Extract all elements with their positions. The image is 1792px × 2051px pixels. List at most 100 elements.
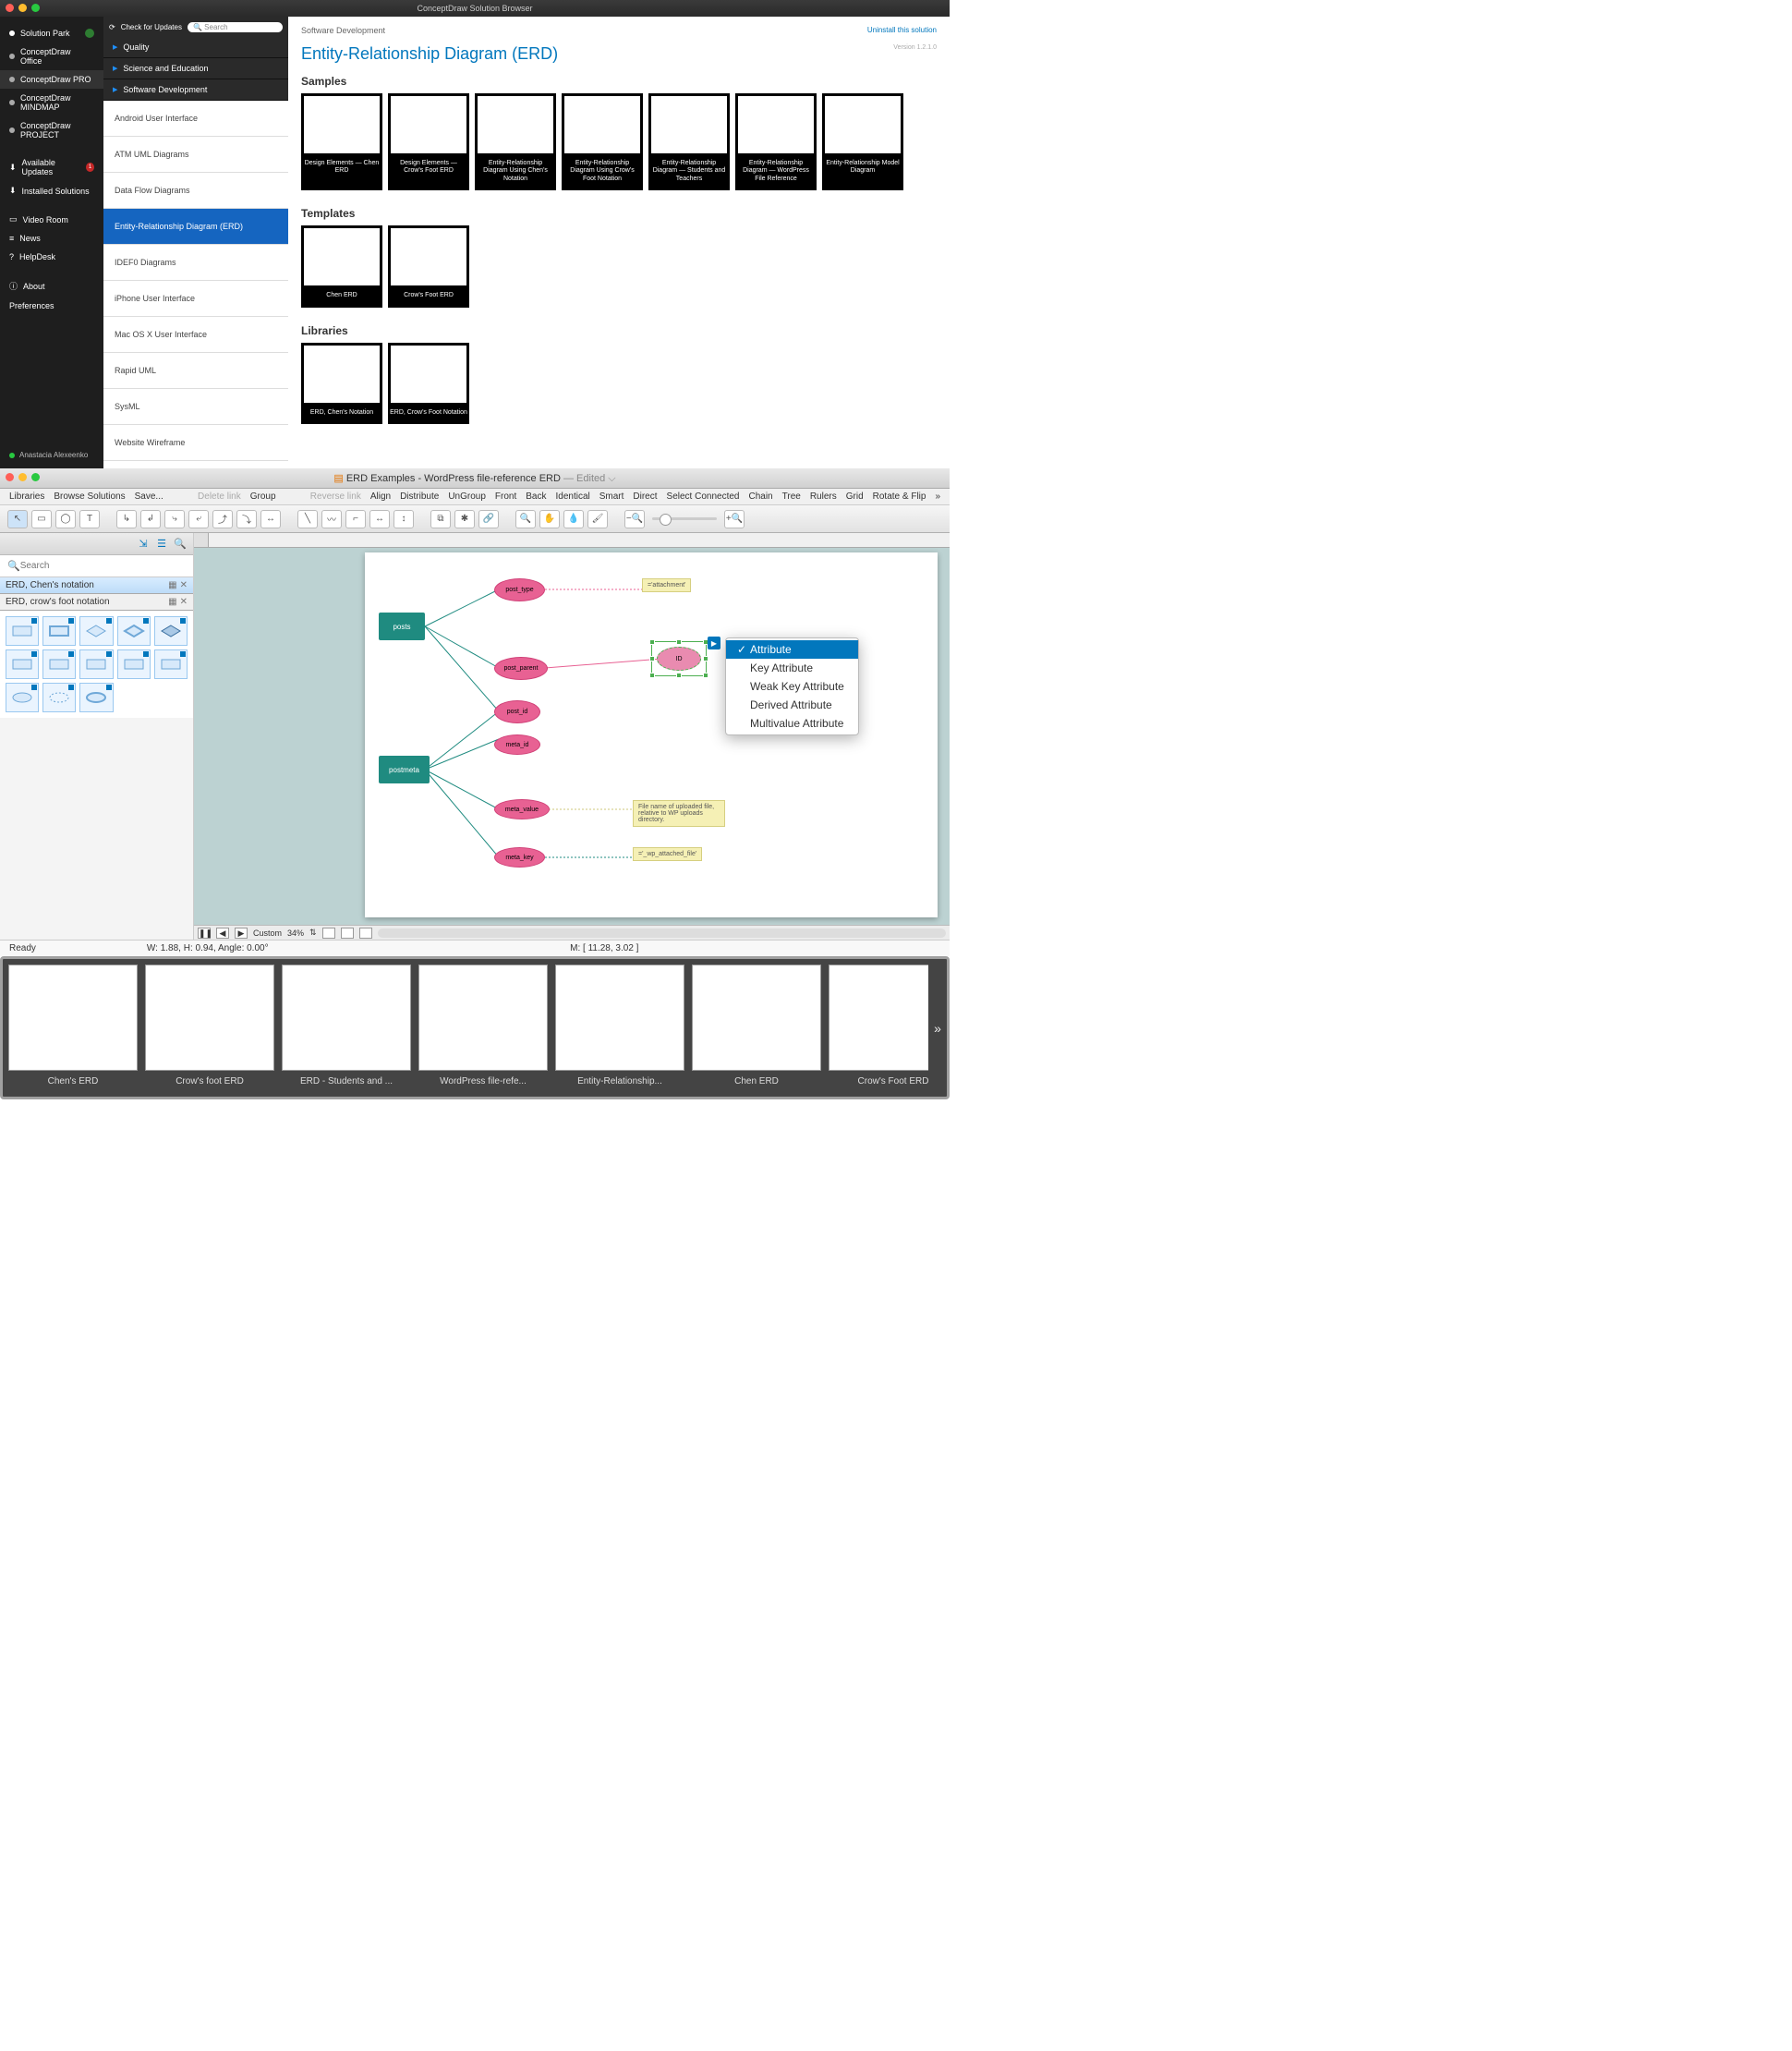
reshape-tool-icon[interactable]: ✱ (454, 510, 475, 528)
search-input[interactable]: 🔍 Search (188, 22, 283, 32)
curve-tool-icon[interactable]: 〰 (321, 510, 342, 528)
expand-icon[interactable]: ⇲ (136, 537, 151, 552)
menu-rotate-flip[interactable]: Rotate & Flip (873, 492, 926, 502)
gallery-item[interactable]: Chen's ERD (8, 965, 138, 1097)
nav-mindmap[interactable]: ConceptDraw MINDMAP (0, 89, 103, 116)
category-item[interactable]: SysML (103, 389, 288, 425)
card[interactable]: Crow's Foot ERD (388, 225, 469, 307)
close-icon[interactable] (6, 4, 14, 12)
crop-tool-icon[interactable]: ⧉ (430, 510, 451, 528)
gallery-item[interactable]: Chen ERD (692, 965, 821, 1097)
nav-installed[interactable]: ⬇Installed Solutions (0, 181, 103, 200)
menu-select-connected[interactable]: Select Connected (667, 492, 740, 502)
link-tool-icon[interactable]: 🔗 (478, 510, 499, 528)
menu-ungroup[interactable]: UnGroup (448, 492, 486, 502)
connector5-tool-icon[interactable]: ⤴ (212, 510, 233, 528)
menu-save[interactable]: Save... (135, 492, 163, 502)
nav-project[interactable]: ConceptDraw PROJECT (0, 116, 103, 144)
connector3-tool-icon[interactable]: ⤷ (164, 510, 185, 528)
nav-office[interactable]: ConceptDraw Office (0, 42, 103, 70)
popup-item[interactable]: Multivalue Attribute (726, 714, 858, 733)
page[interactable]: posts postmeta post_type post_parent pos… (365, 552, 938, 917)
connector2-tool-icon[interactable]: ↲ (140, 510, 161, 528)
menu-libraries[interactable]: Libraries (9, 492, 44, 502)
palette-shape[interactable] (79, 616, 113, 646)
category-item[interactable]: Entity-Relationship Diagram (ERD) (103, 209, 288, 245)
card[interactable]: ERD, Chen's Notation (301, 343, 382, 424)
gallery-item[interactable]: Crow's foot ERD (145, 965, 274, 1097)
search-icon[interactable]: 🔍 (173, 537, 188, 552)
card[interactable]: Chen ERD (301, 225, 382, 307)
category-item[interactable]: Mac OS X User Interface (103, 317, 288, 353)
card[interactable]: Entity-Relationship Diagram — Students a… (648, 93, 730, 190)
zoom-slider[interactable] (652, 517, 717, 520)
menu-smart[interactable]: Smart (599, 492, 624, 502)
category-item[interactable]: Data Flow Diagrams (103, 173, 288, 209)
dim-h-icon[interactable]: ↔ (369, 510, 390, 528)
palette-shape[interactable] (79, 649, 113, 679)
attr-post-type[interactable]: post_type (494, 578, 545, 601)
card[interactable]: Entity-Relationship Diagram Using Crow's… (562, 93, 643, 190)
palette-search-input[interactable] (20, 561, 186, 571)
connector7-tool-icon[interactable]: ↔ (260, 510, 281, 528)
popup-item[interactable]: ✓Attribute (726, 640, 858, 659)
palette-shape[interactable] (117, 616, 151, 646)
nav-prefs[interactable]: Preferences (0, 297, 103, 315)
palette-shape[interactable] (42, 649, 76, 679)
palette-shape[interactable] (117, 649, 151, 679)
category-item[interactable]: iPhone User Interface (103, 281, 288, 317)
note-wp-attached[interactable]: ='_wp_attached_file' (633, 847, 702, 861)
palette-shape[interactable] (42, 683, 76, 712)
refresh-icon[interactable]: ⟳ (109, 23, 115, 31)
stepper-icon[interactable]: ⇅ (309, 928, 317, 938)
nav-news[interactable]: ≡News (0, 229, 103, 248)
palette-shape[interactable] (6, 683, 39, 712)
page-tab-2[interactable] (341, 928, 354, 939)
minimize-icon[interactable] (18, 4, 27, 12)
gallery-item[interactable]: Entity-Relationship... (555, 965, 684, 1097)
entity-postmeta[interactable]: postmeta (379, 756, 430, 783)
close-icon[interactable] (6, 473, 14, 481)
menu-tree[interactable]: Tree (782, 492, 801, 502)
gallery-track[interactable]: Chen's ERDCrow's foot ERDERD - Students … (3, 959, 928, 1097)
zoom-in-icon[interactable]: 🔍 (515, 510, 536, 528)
brush-icon[interactable]: 🖌 (587, 510, 608, 528)
category-item[interactable]: Rapid UML (103, 353, 288, 389)
line-tool-icon[interactable]: ╲ (297, 510, 318, 528)
cat-head-quality[interactable]: ▶Quality (103, 37, 288, 58)
check-updates-link[interactable]: Check for Updates (121, 23, 182, 31)
pause-icon[interactable]: ❚❚ (198, 928, 211, 939)
menu-group[interactable]: Group (250, 492, 276, 502)
breadcrumb[interactable]: Software Development (301, 26, 385, 35)
more-icon[interactable]: » (935, 492, 940, 502)
menu-identical[interactable]: Identical (555, 492, 589, 502)
lib-header-chen[interactable]: ERD, Chen's notation▦✕ (0, 577, 193, 594)
menu-distribute[interactable]: Distribute (400, 492, 439, 502)
zoom-in-button[interactable]: +🔍 (724, 510, 745, 528)
ellipse-tool-icon[interactable]: ◯ (55, 510, 76, 528)
popup-item[interactable]: Key Attribute (726, 659, 858, 677)
palette-shape[interactable] (6, 649, 39, 679)
chevron-down-icon[interactable]: ⌵ (608, 473, 615, 484)
nav-pro[interactable]: ConceptDraw PRO (0, 70, 103, 89)
menu-direct[interactable]: Direct (633, 492, 657, 502)
dim-v-icon[interactable]: ↕ (394, 510, 414, 528)
minimize-icon[interactable] (18, 473, 27, 481)
nav-help[interactable]: ?HelpDesk (0, 248, 103, 266)
palette-search[interactable]: 🔍 (0, 555, 193, 577)
menu-chain[interactable]: Chain (748, 492, 772, 502)
smart-action-icon[interactable]: ▶ (708, 637, 720, 649)
category-item[interactable]: IDEF0 Diagrams (103, 245, 288, 281)
nav-solution-park[interactable]: Solution Park (0, 24, 103, 42)
connector4-tool-icon[interactable]: ⤶ (188, 510, 209, 528)
list-icon[interactable]: ☰ (154, 537, 169, 552)
eyedropper-icon[interactable]: 💧 (563, 510, 584, 528)
palette-shape[interactable] (42, 616, 76, 646)
zoom-out-button[interactable]: −🔍 (624, 510, 645, 528)
nav-video[interactable]: ▭Video Room (0, 210, 103, 229)
entity-posts[interactable]: posts (379, 613, 425, 640)
menu-back[interactable]: Back (526, 492, 546, 502)
card[interactable]: Entity-Relationship Model Diagram (822, 93, 903, 190)
gallery-item[interactable]: WordPress file-refe... (418, 965, 548, 1097)
category-item[interactable]: Website Wireframe (103, 425, 288, 461)
